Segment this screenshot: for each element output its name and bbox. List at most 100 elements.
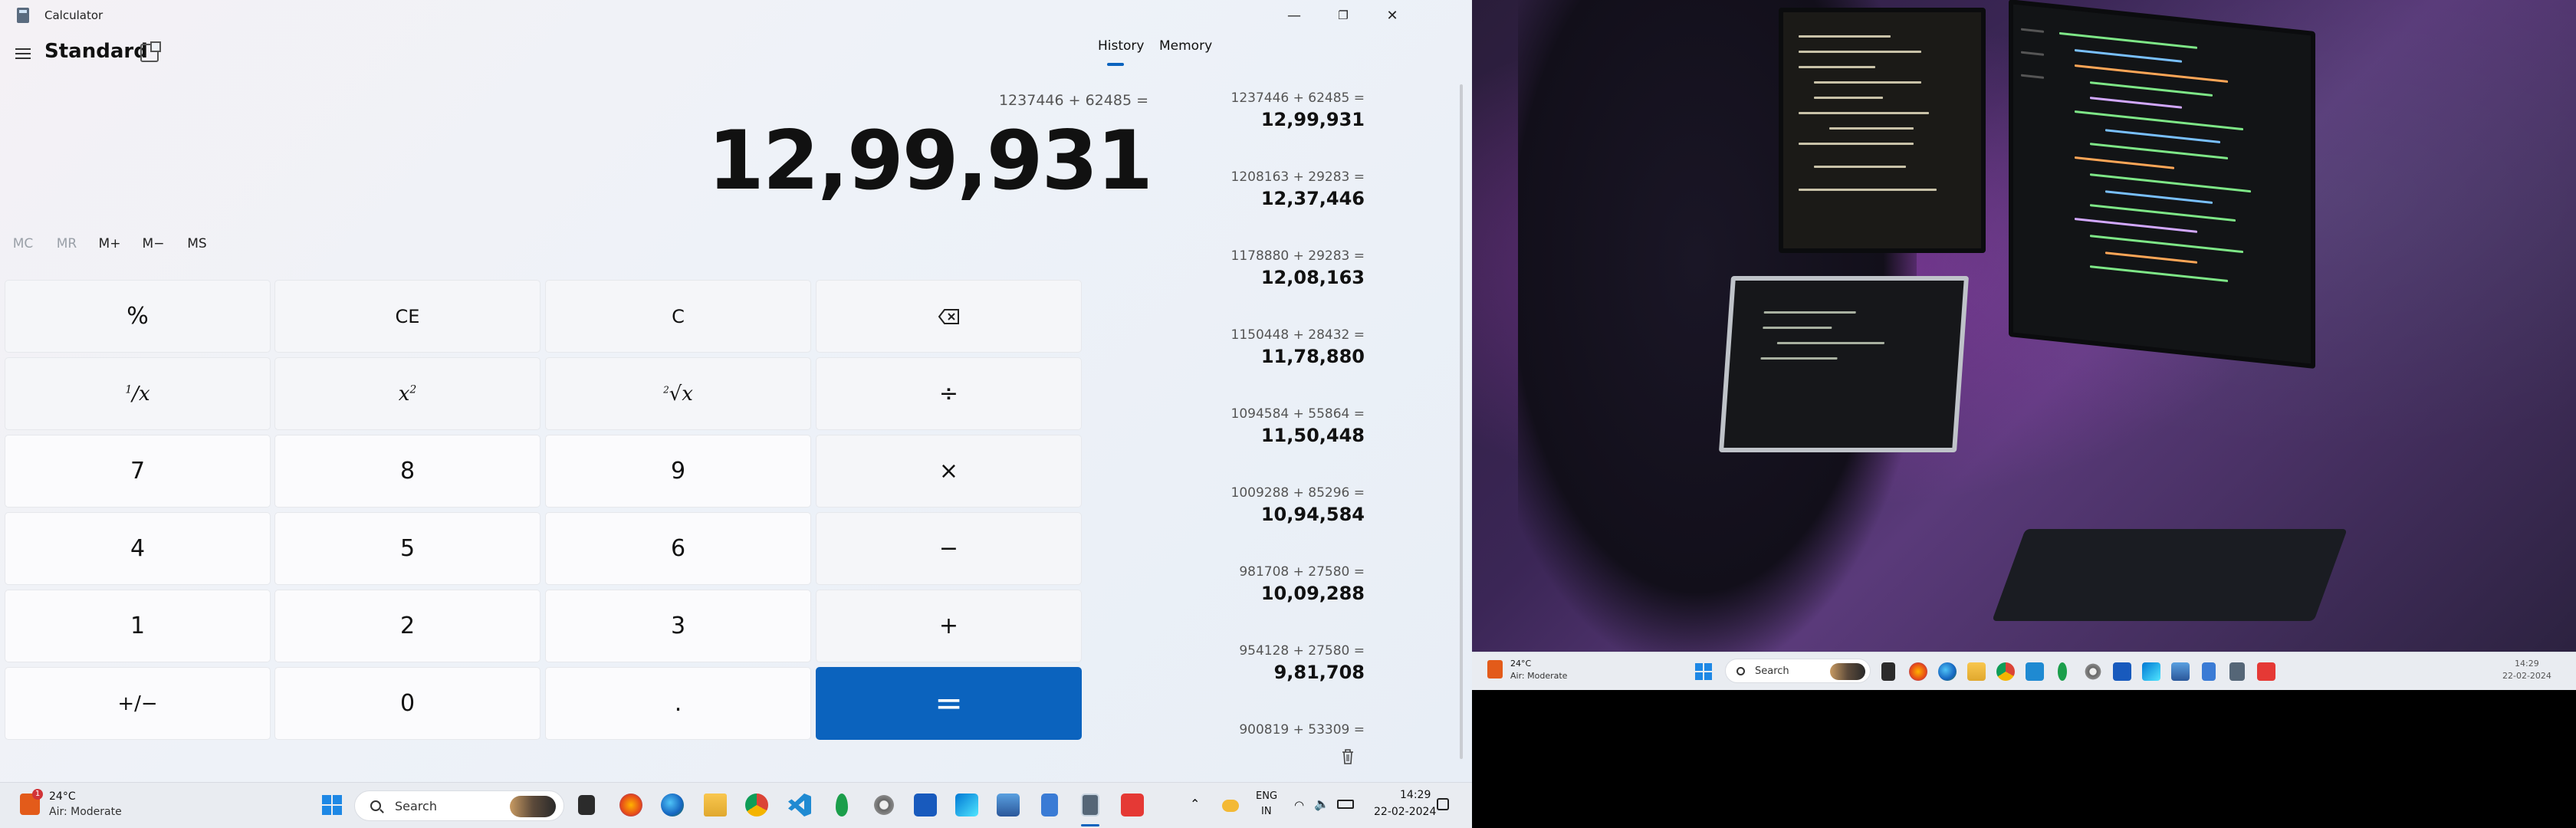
history-expression: 900819 + 53309 = <box>1239 722 1365 738</box>
remote-desktop-icon[interactable] <box>2142 662 2160 681</box>
settings-icon[interactable] <box>872 794 895 816</box>
square-button[interactable]: x2 <box>274 357 540 430</box>
history-item[interactable]: 981708 + 27580 = 10,09,288 <box>1104 564 1365 604</box>
app-icon[interactable] <box>2171 662 2190 681</box>
firefox-icon[interactable] <box>619 794 642 816</box>
taskbar-search[interactable]: Search <box>354 790 564 821</box>
history-item[interactable]: 1094584 + 55864 = 11,50,448 <box>1104 406 1365 446</box>
file-explorer-icon[interactable] <box>1967 662 1986 681</box>
task-view-icon[interactable] <box>578 795 595 815</box>
notepad-icon[interactable] <box>1041 794 1058 816</box>
keep-on-top-icon[interactable] <box>140 41 161 62</box>
digit-4-button[interactable]: 4 <box>5 512 271 585</box>
remote-desktop-icon[interactable] <box>955 794 978 816</box>
digit-9-button[interactable]: 9 <box>545 435 811 508</box>
tab-history[interactable]: History <box>1098 38 1144 54</box>
task-view-icon[interactable] <box>1881 662 1895 681</box>
decimal-button[interactable]: . <box>545 667 811 740</box>
secondary-taskbar: 24°C Air: Moderate Search 14:29 22-02-20… <box>1472 652 2576 690</box>
wifi-icon[interactable]: ◠ <box>1294 798 1304 812</box>
digit-3-button[interactable]: 3 <box>545 590 811 662</box>
start-icon[interactable] <box>320 794 343 816</box>
divide-button[interactable]: ÷ <box>816 357 1082 430</box>
history-item[interactable]: 954128 + 27580 = 9,81,708 <box>1104 643 1365 683</box>
language-indicator[interactable]: ENG <box>1256 790 1277 802</box>
square-root-button[interactable]: 2√x <box>545 357 811 430</box>
edge-icon[interactable] <box>661 794 684 816</box>
clock-time[interactable]: 14:29 <box>1400 789 1431 801</box>
file-explorer-icon[interactable] <box>704 794 727 816</box>
history-item[interactable]: 1009288 + 85296 = 10,94,584 <box>1104 485 1365 525</box>
restore-button[interactable]: ❐ <box>1319 0 1368 31</box>
anydesk-icon[interactable] <box>2257 662 2275 681</box>
multiply-button[interactable]: × <box>816 435 1082 508</box>
memory-row: MC MR M+ M− MS <box>0 236 1119 267</box>
calculator-taskbar-icon[interactable] <box>2229 662 2245 681</box>
digit-7-button[interactable]: 7 <box>5 435 271 508</box>
reciprocal-button[interactable]: 1/x <box>5 357 271 430</box>
digit-2-button[interactable]: 2 <box>274 590 540 662</box>
history-result: 12,08,163 <box>1260 267 1365 288</box>
history-expression: 1208163 + 29283 = <box>1230 169 1365 185</box>
mongodb-icon[interactable] <box>836 794 848 816</box>
mode-title: Standard <box>44 40 148 63</box>
app-icon[interactable] <box>997 794 1020 816</box>
backspace-icon <box>938 308 959 324</box>
chevron-up-icon[interactable]: ⌃ <box>1190 797 1200 811</box>
backspace-button[interactable] <box>816 280 1082 353</box>
hamburger-menu-icon[interactable] <box>14 44 32 63</box>
battery-icon[interactable] <box>1337 800 1354 809</box>
weather-badge: 1 <box>32 789 43 800</box>
history-item[interactable]: 1208163 + 29283 = 12,37,446 <box>1104 169 1365 209</box>
digit-6-button[interactable]: 6 <box>545 512 811 585</box>
vscode-icon[interactable] <box>788 794 811 816</box>
history-item[interactable]: 1237446 + 62485 = 12,99,931 <box>1104 90 1365 130</box>
onedrive-icon[interactable] <box>1222 800 1239 812</box>
digit-8-button[interactable]: 8 <box>274 435 540 508</box>
wallpaper-monitor-right <box>2009 0 2315 370</box>
history-item[interactable]: 900819 + 53309 = <box>1104 722 1365 741</box>
chrome-icon[interactable] <box>1996 662 2015 681</box>
word-icon[interactable] <box>2113 662 2131 681</box>
subtract-button[interactable]: − <box>816 512 1082 585</box>
vscode-icon[interactable] <box>2026 662 2044 681</box>
history-result: 11,78,880 <box>1260 346 1365 367</box>
anydesk-icon[interactable] <box>1121 794 1144 816</box>
clock-date[interactable]: 22-02-2024 <box>1374 806 1436 818</box>
equals-button[interactable]: = <box>816 667 1082 740</box>
clear-entry-button[interactable]: CE <box>274 280 540 353</box>
taskbar-search[interactable]: Search <box>1725 659 1871 683</box>
tab-memory[interactable]: Memory <box>1159 38 1212 54</box>
history-scrollbar[interactable] <box>1460 84 1463 759</box>
clear-button[interactable]: C <box>545 280 811 353</box>
calculator-taskbar-icon[interactable] <box>1081 794 1099 816</box>
volume-icon[interactable]: 🔈 <box>1314 797 1329 811</box>
wallpaper-keyboard <box>1992 529 2348 621</box>
history-item[interactable]: 1150448 + 28432 = 11,78,880 <box>1104 327 1365 367</box>
digit-0-button[interactable]: 0 <box>274 667 540 740</box>
settings-icon[interactable] <box>2084 662 2102 681</box>
firefox-icon[interactable] <box>1909 662 1927 681</box>
percent-button[interactable]: % <box>5 280 271 353</box>
memory-store-button[interactable]: MS <box>170 236 224 251</box>
digit-5-button[interactable]: 5 <box>274 512 540 585</box>
word-icon[interactable] <box>914 794 937 816</box>
chrome-icon[interactable] <box>745 794 768 816</box>
minimize-button[interactable]: — <box>1270 0 1319 31</box>
start-icon[interactable] <box>1694 662 1713 681</box>
close-button[interactable]: ✕ <box>1368 0 1417 31</box>
clock-time[interactable]: 14:29 <box>2515 659 2539 669</box>
notepad-icon[interactable] <box>2202 662 2216 681</box>
weather-icon[interactable] <box>1487 660 1503 678</box>
history-result: 12,37,446 <box>1260 188 1365 209</box>
negate-button[interactable]: +/− <box>5 667 271 740</box>
trash-icon[interactable] <box>1340 748 1355 765</box>
history-item[interactable]: 1178880 + 29283 = 12,08,163 <box>1104 248 1365 288</box>
digit-1-button[interactable]: 1 <box>5 590 271 662</box>
edge-icon[interactable] <box>1938 662 1957 681</box>
weather-description: Air: Moderate <box>49 806 122 818</box>
add-button[interactable]: + <box>816 590 1082 662</box>
mongodb-icon[interactable] <box>2058 662 2067 681</box>
notifications-icon[interactable] <box>1437 798 1449 810</box>
clock-date[interactable]: 22-02-2024 <box>2502 671 2551 681</box>
